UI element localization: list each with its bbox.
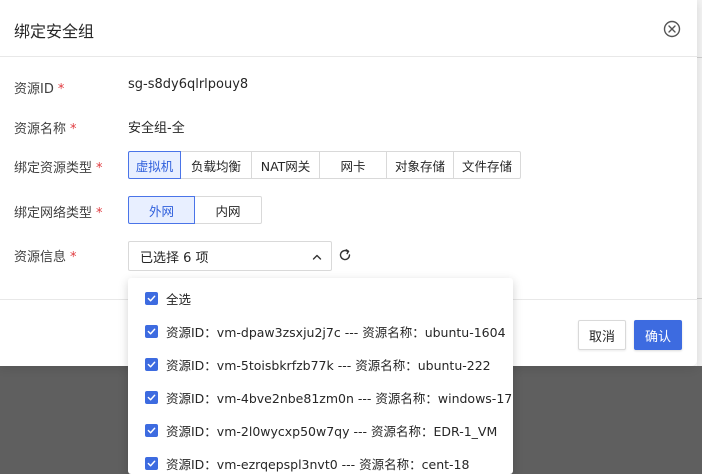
bind-resource-type-label: 绑定资源类型 * <box>14 157 103 176</box>
cancel-button[interactable]: 取消 <box>578 320 626 350</box>
dropdown-option[interactable]: 资源ID：vm-dpaw3zsxju2j7c --- 资源名称：ubuntu-1… <box>145 321 506 341</box>
dropdown-option[interactable]: 资源ID：vm-2l0wycxp50w7qy --- 资源名称：EDR-1_VM <box>145 420 497 440</box>
checkbox-checked-icon[interactable] <box>145 390 158 404</box>
resource-id-value: sg-s8dy6qlrlpouy8 <box>128 77 249 92</box>
background-page-edge <box>697 0 702 366</box>
background-divider <box>697 57 702 58</box>
required-mark: * <box>70 122 77 137</box>
resource-name-value: 安全组-全 <box>128 121 185 136</box>
dropdown-option-label: 资源ID：vm-ezrqepspl3nvt0 --- 资源名称：cent-18 <box>166 456 470 472</box>
resource-info-label-text: 资源信息 <box>14 250 67 265</box>
resource-info-select[interactable]: 已选择 6 项 <box>128 241 332 271</box>
dropdown-option-label: 全选 <box>166 291 192 307</box>
required-mark: * <box>96 161 103 176</box>
checkbox-checked-icon[interactable] <box>145 291 158 305</box>
network-type-segmented: 外网 内网 <box>128 196 262 224</box>
background-divider <box>697 298 702 299</box>
checkbox-checked-icon[interactable] <box>145 423 158 437</box>
confirm-button[interactable]: 确认 <box>634 320 682 350</box>
network-type-public[interactable]: 外网 <box>128 196 195 224</box>
dropdown-option-label: 资源ID：vm-4bve2nbe81zm0n --- 资源名称：windows-… <box>166 390 513 406</box>
resource-id-label: 资源ID * <box>14 78 64 97</box>
dropdown-option-label: 资源ID：vm-5toisbkrfzb77k --- 资源名称：ubuntu-2… <box>166 357 491 373</box>
bind-network-type-label: 绑定网络类型 * <box>14 202 103 221</box>
dropdown-option-label: 资源ID：vm-2l0wycxp50w7qy --- 资源名称：EDR-1_VM <box>166 423 498 439</box>
resource-type-object-storage[interactable]: 对象存储 <box>386 151 454 179</box>
dropdown-option[interactable]: 资源ID：vm-5toisbkrfzb77k --- 资源名称：ubuntu-2… <box>145 354 491 374</box>
network-type-private[interactable]: 内网 <box>194 196 262 224</box>
checkbox-checked-icon[interactable] <box>145 357 158 371</box>
resource-type-file-storage[interactable]: 文件存储 <box>453 151 521 179</box>
resource-type-vm[interactable]: 虚拟机 <box>128 151 181 179</box>
resource-type-load-balancer[interactable]: 负载均衡 <box>180 151 252 179</box>
dropdown-option[interactable]: 资源ID：vm-4bve2nbe81zm0n --- 资源名称：windows-… <box>145 387 512 407</box>
close-circle-icon[interactable] <box>662 19 682 39</box>
dropdown-option-select-all[interactable]: 全选 <box>145 288 191 308</box>
refresh-icon[interactable] <box>338 248 352 262</box>
resource-name-label: 资源名称 * <box>14 118 77 137</box>
required-mark: * <box>57 82 65 97</box>
resource-info-label: 资源信息 * <box>14 246 77 265</box>
modal-header: 绑定安全组 <box>0 0 697 57</box>
bind-resource-type-label-text: 绑定资源类型 <box>14 161 93 176</box>
chevron-up-icon <box>311 251 323 263</box>
modal-title: 绑定安全组 <box>14 22 95 41</box>
dropdown-option[interactable]: 资源ID：vm-ezrqepspl3nvt0 --- 资源名称：cent-18 <box>145 453 469 473</box>
bind-network-type-label-text: 绑定网络类型 <box>14 206 93 221</box>
checkbox-checked-icon[interactable] <box>145 324 158 338</box>
resource-type-segmented: 虚拟机 负载均衡 NAT网关 网卡 对象存储 文件存储 <box>128 151 521 179</box>
resource-id-label-text: 资源ID <box>14 82 54 97</box>
resource-type-nat-gateway[interactable]: NAT网关 <box>251 151 320 179</box>
required-mark: * <box>70 250 77 265</box>
required-mark: * <box>96 206 103 221</box>
dropdown-option-label: 资源ID：vm-dpaw3zsxju2j7c --- 资源名称：ubuntu-1… <box>166 324 506 340</box>
checkbox-checked-icon[interactable] <box>145 456 158 470</box>
resource-name-label-text: 资源名称 <box>14 122 67 137</box>
resource-info-select-value: 已选择 6 项 <box>140 250 209 266</box>
resource-type-nic[interactable]: 网卡 <box>319 151 387 179</box>
resource-info-dropdown: 全选 资源ID：vm-dpaw3zsxju2j7c --- 资源名称：ubunt… <box>128 278 513 474</box>
